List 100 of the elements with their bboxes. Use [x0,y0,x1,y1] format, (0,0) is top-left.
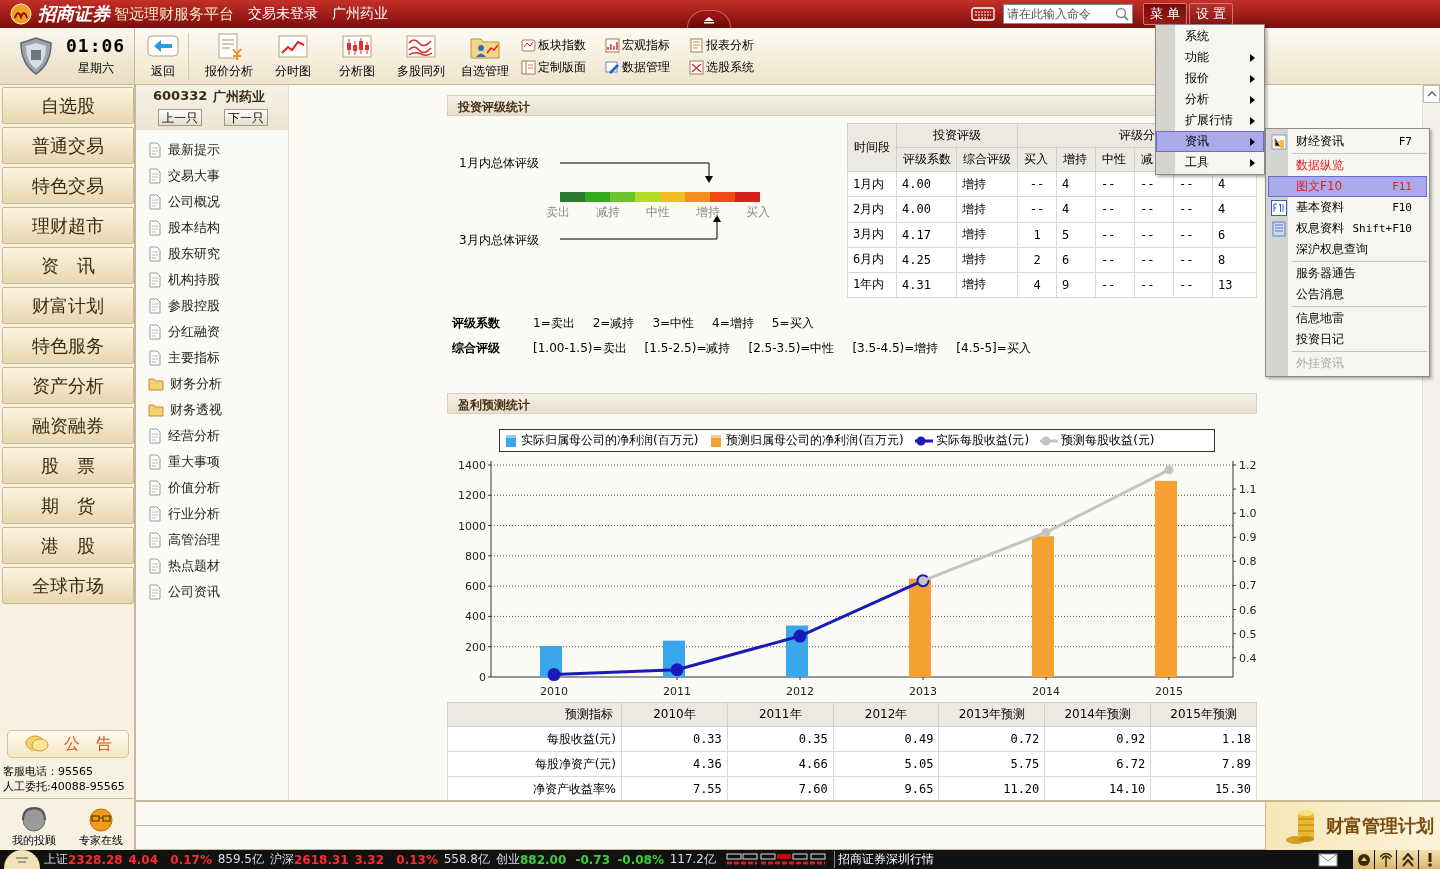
menu-item[interactable]: 功能 [1156,47,1264,68]
nav-item[interactable]: 分红融资 [148,319,220,345]
axis-label: 0 [479,671,486,684]
scale-label: 买入 [746,205,770,219]
sidebar-button[interactable]: 财富计划 [2,287,134,324]
menu-item[interactable]: 服务器通告 [1268,263,1427,284]
nav-item[interactable]: 公司资讯 [148,579,220,605]
toolbar-button[interactable]: 分析图 [325,32,389,80]
notice-button[interactable]: 公 告 [7,730,129,758]
toolbar-button[interactable]: 自选管理 [453,32,517,80]
nav-item[interactable]: 股东研究 [148,241,220,267]
toolbar-button[interactable]: 多股同列 [389,32,453,80]
wealth-plan-banner[interactable]: 财富管理计划 [1265,802,1440,850]
sidebar-button[interactable]: 普通交易 [2,127,134,164]
table-cell: 2月内 [847,196,897,223]
table-cell: 7.89 [1150,751,1257,777]
table-cell: 4.66 [727,751,834,777]
sidebar-button[interactable]: 特色交易 [2,167,134,204]
sidebar-button[interactable]: 资 讯 [2,247,134,284]
axis-label: 800 [465,549,486,563]
legend-text: 5=买入 [771,315,814,332]
nav-item[interactable]: 主要指标 [148,345,220,371]
index-change: -0.73 [574,852,610,867]
table-cell: 每股收益(元) [447,726,622,752]
index-percent: -0.08% [616,852,664,867]
nav-item[interactable]: 高管治理 [148,527,220,553]
table-cell: 5.75 [939,751,1045,777]
menu-item[interactable]: 深沪权息查询 [1268,239,1427,260]
axis-label: 1200 [458,489,486,503]
toolbar-button[interactable]: 宏观指标 [605,34,689,56]
menu-item[interactable]: 系统 [1156,26,1264,47]
command-field[interactable]: 请在此输入命令 [1003,4,1133,24]
nav-item[interactable]: 财务分析 [148,371,222,397]
nav-item[interactable]: 热点题材 [148,553,220,579]
column-header: 2014年预测 [1044,702,1151,727]
axis-label: 1.1 [1239,483,1257,497]
nav-item[interactable]: 参股控股 [148,293,220,319]
menu-item[interactable]: 资讯 [1156,131,1264,152]
menu-item[interactable]: 权息资料 Shift+F10 [1268,218,1427,239]
sidebar-button[interactable]: 融资融券 [2,407,134,444]
table-cell: 净资产收益率% [447,776,622,800]
sidebar-button[interactable]: 理财超市 [2,207,134,244]
service-button[interactable]: 专家在线 [78,807,123,848]
axis-label: 0.6 [1239,603,1257,617]
nav-item[interactable]: 财务透视 [148,397,222,423]
table-cell: 每股净资产(元) [447,751,622,777]
index-name: 沪深 [270,851,294,868]
nav-item[interactable]: 公司概况 [148,189,220,215]
column-header: 2015年预测 [1150,702,1257,727]
nav-item[interactable]: 行业分析 [148,501,220,527]
menu-item[interactable]: 公告消息 [1268,284,1427,305]
toolbar-button[interactable]: 报表分析 [689,34,773,56]
table-cell: 6.72 [1044,751,1151,777]
nav-item[interactable]: 经营分析 [148,423,220,449]
menu-item[interactable]: 财经资讯 F7 [1268,131,1427,152]
axis-label: 2013 [909,685,937,698]
sidebar-button[interactable]: 资产分析 [2,367,134,404]
legend-term: 综合评级 [451,340,501,357]
service-button[interactable]: 我的投顾 [11,807,56,848]
table-cell: 15.30 [1150,776,1257,800]
nav-item[interactable]: 机构持股 [148,267,220,293]
previous-button[interactable]: 上一只 [158,109,202,126]
menu-item[interactable]: 信息地雷 [1268,308,1427,329]
axis-label: 2010 [540,685,568,698]
legend-text: 2=减持 [592,315,635,332]
sidebar-button[interactable]: 期 货 [2,487,134,524]
toolbar-button[interactable]: 分时图 [261,32,325,80]
toolbar-button[interactable]: 板块指数 [521,34,605,56]
axis-label: 1.2 [1239,459,1257,472]
toolbar-button[interactable]: 报价分析 [197,32,261,80]
toolbar-button[interactable]: 选股系统 [689,56,773,78]
menu-button[interactable]: 设 置 [1189,3,1234,25]
table-cell: 9.65 [833,776,939,800]
menu-item[interactable]: 报价 [1156,68,1264,89]
toolbar-button[interactable]: 返回 [137,32,189,80]
column-header: 2013年预测 [939,702,1045,727]
sidebar-button[interactable]: 自选股 [2,87,134,124]
menu-item[interactable]: 基本资料 F10 [1268,197,1427,218]
sidebar-button[interactable]: 特色服务 [2,327,134,364]
sidebar-button[interactable]: 股 票 [2,447,134,484]
menu-item[interactable]: 数据纵览 [1268,155,1427,176]
sidebar-button[interactable]: 港 股 [2,527,134,564]
legend-text: [3.5-4.5)=增持 [852,340,939,357]
nav-item[interactable]: 交易大事 [148,163,220,189]
toolbar-button[interactable]: 定制版面 [521,56,605,78]
sidebar-button[interactable]: 全球市场 [2,567,134,604]
nav-item[interactable]: 价值分析 [148,475,220,501]
legend-text: 1=卖出 [533,315,575,332]
table-cell: 7.55 [621,776,728,800]
axis-label: 400 [465,610,486,624]
nav-item[interactable]: 最新提示 [148,137,220,163]
next-button[interactable]: 下一只 [224,109,268,126]
nav-item[interactable]: 股本结构 [148,215,220,241]
menu-button[interactable]: 菜 单 [1143,3,1188,25]
toolbar-button[interactable]: 数据管理 [605,56,689,78]
legend-term: 评级系数 [450,315,501,332]
menu-item[interactable]: 投资日记 [1268,329,1427,350]
axis-label: 2012 [786,685,814,698]
column-header: 2010年 [621,702,728,727]
nav-item[interactable]: 重大事项 [148,449,220,475]
